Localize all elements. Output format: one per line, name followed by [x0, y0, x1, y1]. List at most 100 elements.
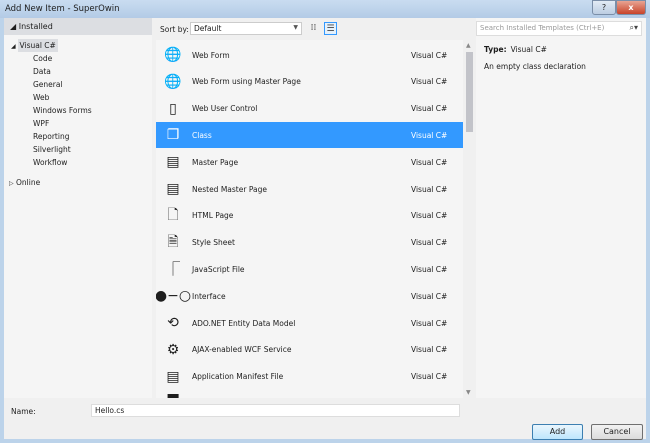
template-row[interactable]: ▛Assembly Information FileVisual C#: [156, 390, 463, 398]
template-name: Web Form: [192, 50, 230, 60]
tree-item-label: WPF: [33, 119, 50, 128]
title-bar: Add New Item - SuperOwin ? x: [0, 0, 650, 18]
name-label: Name:: [11, 407, 36, 416]
template-name: AJAX-enabled WCF Service: [192, 345, 292, 355]
search-placeholder: Search Installed Templates (Ctrl+E): [480, 24, 605, 32]
name-input[interactable]: Hello.cs: [91, 404, 460, 417]
template-language: Visual C#: [411, 372, 448, 382]
template-name: Interface: [192, 291, 226, 301]
tree-item[interactable]: Windows Forms: [4, 104, 152, 117]
template-name: Application Manifest File: [192, 372, 284, 382]
nested-master-page-icon: ▤: [166, 181, 180, 197]
category-panel: ◢ Installed ◢ Visual C# Code Data General We…: [4, 18, 152, 398]
html-page-icon: 🗋: [167, 206, 179, 223]
template-row[interactable]: ▤ Master Page Visual C#: [156, 149, 463, 175]
tree-item[interactable]: General: [4, 78, 152, 91]
tree-item-label: Visual C#: [17, 39, 58, 52]
template-row[interactable]: ▤ Nested Master Page Visual C#: [156, 176, 463, 202]
dialog-body: ◢ Installed ◢ Visual C# Code Data General We…: [4, 18, 646, 440]
template-row[interactable]: 🗎 Style Sheet Visual C#: [156, 230, 463, 256]
template-name: Web User Control: [192, 104, 258, 114]
expand-icon[interactable]: ▷: [9, 180, 14, 187]
template-language: Visual C#: [411, 157, 448, 167]
tree-item[interactable]: WPF: [4, 117, 152, 130]
wcf-service-icon: ⚙: [166, 341, 180, 358]
template-name: Web Form using Master Page: [192, 77, 301, 87]
template-row[interactable]: 🌐 Web Form Visual C#: [156, 42, 463, 68]
template-language: Visual C#: [411, 50, 448, 60]
template-language: Visual C#: [411, 291, 448, 301]
interface-icon: ●−○: [156, 288, 192, 305]
template-language: Visual C#: [411, 345, 448, 355]
template-name: ADO.NET Entity Data Model: [192, 318, 296, 328]
type-info: Type: Visual C#: [484, 45, 547, 54]
template-row[interactable]: ⎾ JavaScript File Visual C#: [156, 256, 463, 282]
tree-item[interactable]: ◢ Visual C#: [4, 39, 152, 52]
installed-header[interactable]: ◢ Installed: [4, 18, 152, 35]
tree-item[interactable]: Silverlight: [4, 143, 152, 156]
globe-icon: 🌐: [164, 73, 182, 90]
tree-item[interactable]: Workflow: [4, 156, 152, 169]
master-page-icon: ▤: [166, 154, 180, 171]
template-row[interactable]: 🗋 HTML Page Visual C#: [156, 203, 463, 229]
style-sheet-icon: 🗎: [167, 233, 179, 250]
template-name: Nested Master Page: [192, 184, 267, 194]
tree-item-label: General: [33, 80, 63, 89]
template-name: Class: [192, 130, 212, 140]
template-name: Master Page: [192, 157, 239, 167]
window-title: Add New Item - SuperOwin: [5, 4, 120, 14]
installed-label: Installed: [18, 22, 53, 31]
template-row[interactable]: ▤ Application Manifest File Visual C#: [156, 364, 463, 390]
toolbar: Sort by: Default ▼ ⁞⁞ ☰: [156, 18, 476, 40]
help-button[interactable]: ?: [592, 0, 616, 15]
template-language: Visual C#: [411, 264, 448, 274]
scroll-down-icon[interactable]: ▼: [466, 389, 471, 396]
details-panel: Search Installed Templates (Ctrl+E) ⌕▾ Ty…: [476, 18, 646, 398]
list-view-icon[interactable]: ☰: [324, 22, 337, 35]
tree-item-label: Workflow: [33, 158, 68, 167]
template-row[interactable]: ●−○ Interface Visual C#: [156, 283, 463, 309]
search-input[interactable]: Search Installed Templates (Ctrl+E) ⌕▾: [476, 21, 642, 36]
template-language: Visual C#: [411, 104, 448, 114]
tree-item-label: Code: [33, 54, 53, 63]
cancel-button[interactable]: Cancel: [591, 424, 643, 440]
assembly-info-icon: ▛: [164, 394, 182, 398]
template-language: Visual C#: [411, 318, 448, 328]
sort-label: Sort by:: [160, 25, 189, 34]
tree-item[interactable]: Data: [4, 65, 152, 78]
tree-item[interactable]: Reporting: [4, 130, 152, 143]
close-button[interactable]: x: [616, 0, 646, 15]
scroll-thumb[interactable]: [466, 52, 473, 132]
template-name: JavaScript File: [192, 264, 245, 274]
template-language: Visual C#: [411, 211, 448, 221]
tree-item[interactable]: Code: [4, 52, 152, 65]
category-tree: ◢ Visual C# Code Data General Web Windows For…: [4, 35, 152, 189]
template-row[interactable]: ❐ Class Visual C#: [156, 122, 463, 149]
tree-item-label: Windows Forms: [33, 106, 92, 115]
template-list: 🌐 Web Form Visual C# 🌐 Web Form using Master…: [156, 40, 463, 398]
tree-item-label: Reporting: [33, 132, 70, 141]
chevron-down-icon: ▼: [293, 24, 298, 31]
javascript-file-icon: ⎾: [166, 262, 180, 279]
tree-item-label: Data: [33, 67, 51, 76]
template-name: HTML Page: [192, 211, 234, 221]
manifest-icon: ▤: [166, 368, 180, 385]
tree-item[interactable]: Web: [4, 91, 152, 104]
search-icon[interactable]: ⌕▾: [630, 23, 639, 33]
tree-item-label: Web: [33, 93, 50, 102]
user-control-icon: ▯: [169, 100, 177, 117]
template-row[interactable]: ⚙ AJAX-enabled WCF Service Visual C#: [156, 337, 463, 363]
template-name: Style Sheet: [192, 238, 235, 248]
entity-model-icon: ⟲: [167, 315, 179, 331]
template-row[interactable]: ▯ Web User Control Visual C#: [156, 96, 463, 122]
scroll-up-icon[interactable]: ▲: [466, 42, 471, 49]
type-label: Type:: [484, 45, 507, 54]
template-row[interactable]: ⟲ ADO.NET Entity Data Model Visual C#: [156, 310, 463, 336]
tree-item-online[interactable]: ▷ Online: [4, 176, 152, 189]
add-button[interactable]: Add: [532, 424, 583, 440]
medium-icons-view-icon[interactable]: ⁞⁞: [307, 22, 320, 35]
list-scrollbar[interactable]: ▲ ▼: [464, 40, 475, 398]
sort-value: Default: [194, 24, 222, 33]
template-row[interactable]: 🌐 Web Form using Master Page Visual C#: [156, 69, 463, 95]
sort-dropdown[interactable]: Default ▼: [190, 22, 302, 35]
